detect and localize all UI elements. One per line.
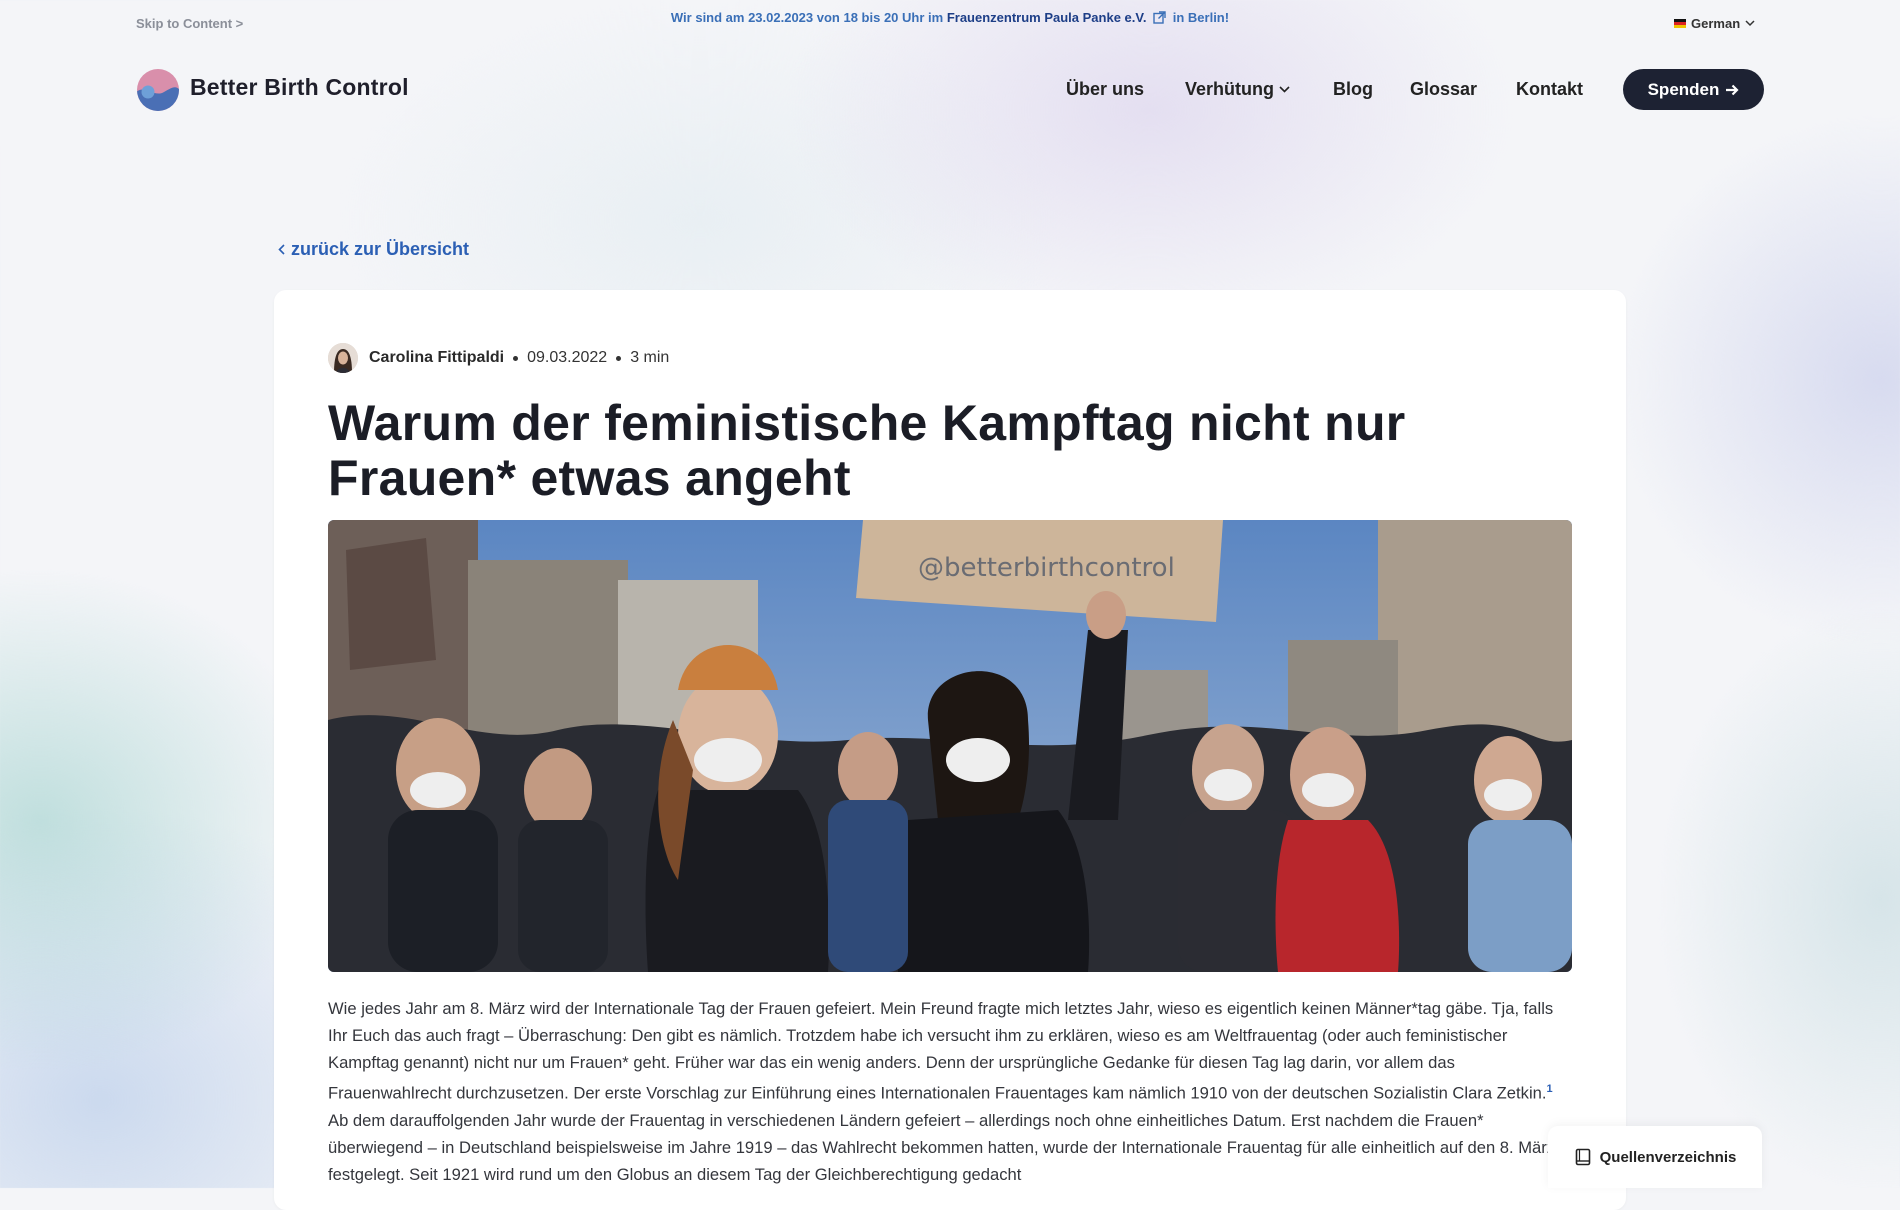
germany-flag-icon bbox=[1674, 19, 1686, 28]
language-selector[interactable]: German bbox=[1674, 16, 1755, 31]
chevron-down-icon bbox=[1279, 86, 1290, 93]
announcement-city: in Berlin! bbox=[1172, 10, 1230, 25]
author-avatar bbox=[328, 343, 358, 373]
author-name[interactable]: Carolina Fittipaldi bbox=[369, 349, 504, 367]
nav-verhuetung[interactable]: Verhütung bbox=[1185, 79, 1290, 100]
nav-kontakt[interactable]: Kontakt bbox=[1516, 79, 1583, 100]
article-hero-image: @betterbirthcontrol bbox=[328, 520, 1572, 972]
nav-ueber-uns[interactable]: Über uns bbox=[1066, 79, 1144, 100]
meta-separator bbox=[513, 355, 519, 361]
donate-button[interactable]: Spenden bbox=[1623, 69, 1764, 110]
nav-blog[interactable]: Blog bbox=[1333, 79, 1373, 100]
announcement-location-link[interactable]: Frauenzentrum Paula Panke e.V. bbox=[947, 10, 1147, 25]
body-text-part2: Ab dem darauffolgenden Jahr wurde der Fr… bbox=[328, 1110, 1556, 1184]
sign-text: @betterbirthcontrol bbox=[918, 553, 1175, 583]
nav-glossar[interactable]: Glossar bbox=[1410, 79, 1477, 100]
announcement-text: Wir sind am 23.02.2023 von 18 bis 20 Uhr… bbox=[670, 10, 944, 25]
meta-separator bbox=[616, 355, 622, 361]
read-time: 3 min bbox=[630, 349, 670, 366]
sources-label: Quellenverzeichnis bbox=[1599, 1148, 1737, 1166]
sources-button[interactable]: Quellenverzeichnis bbox=[1548, 1126, 1762, 1188]
publish-date: 09.03.2022 bbox=[527, 349, 608, 366]
back-to-overview-link[interactable]: zurück zur Übersicht bbox=[278, 239, 469, 260]
language-label: German bbox=[1691, 16, 1741, 31]
external-link-icon bbox=[1153, 11, 1166, 24]
article-meta: Carolina Fittipaldi 09.03.2022 3 min bbox=[328, 343, 669, 373]
chevron-down-icon bbox=[1745, 20, 1755, 27]
nav-verhuetung-label: Verhütung bbox=[1185, 79, 1274, 99]
article-title: Warum der feministische Kampftag nicht n… bbox=[328, 395, 1406, 506]
article-body-paragraph: Wie jedes Jahr am 8. März wird der Inter… bbox=[328, 995, 1558, 1188]
book-icon bbox=[1575, 1148, 1590, 1166]
announcement-banner: Wir sind am 23.02.2023 von 18 bis 20 Uhr… bbox=[0, 10, 1900, 25]
back-link-label: zurück zur Übersicht bbox=[291, 239, 470, 259]
footnote-link[interactable]: 1 bbox=[1546, 1083, 1552, 1095]
protest-photo: @betterbirthcontrol bbox=[328, 520, 1572, 972]
body-text-part1: Wie jedes Jahr am 8. März wird der Inter… bbox=[328, 999, 1554, 1103]
donate-label: Spenden bbox=[1647, 79, 1720, 99]
chevron-left-icon bbox=[278, 244, 285, 255]
brand-logo-icon[interactable] bbox=[136, 68, 180, 112]
arrow-right-icon bbox=[1726, 84, 1739, 95]
brand-name[interactable]: Better Birth Control bbox=[190, 74, 409, 101]
